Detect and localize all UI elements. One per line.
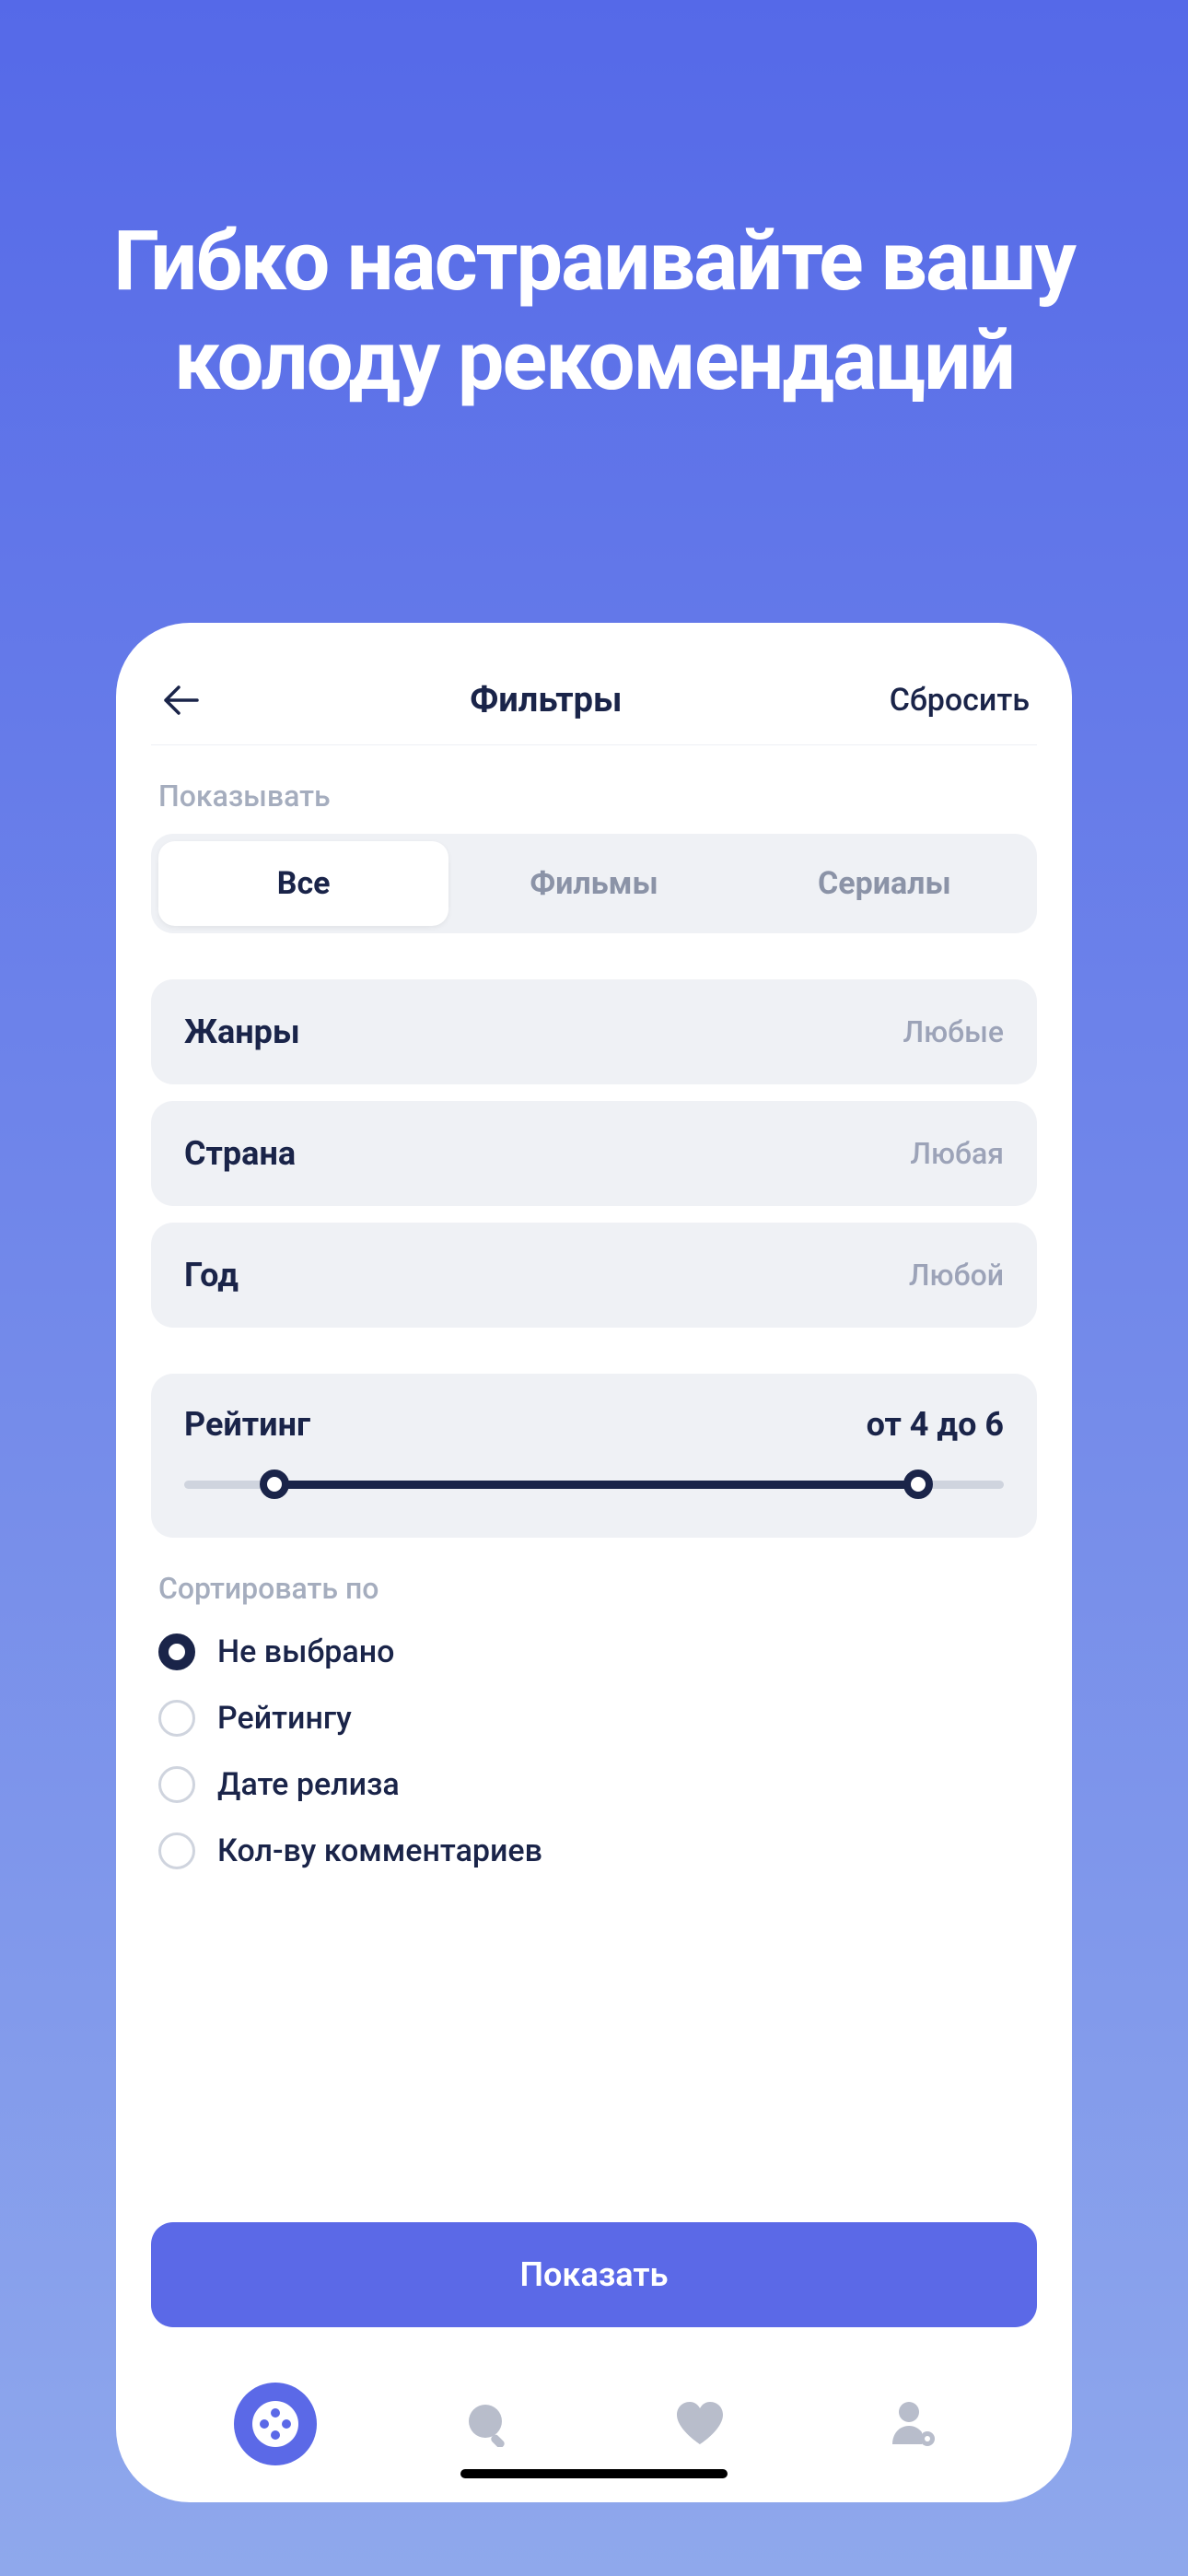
back-button[interactable]	[158, 678, 203, 722]
filter-label: Жанры	[184, 1013, 300, 1051]
device-screen: Фильтры Сбросить Показывать Все Фильмы С…	[116, 623, 1072, 2502]
filter-label: Страна	[184, 1134, 296, 1173]
radio-label: Рейтингу	[217, 1700, 352, 1737]
promo-headline: Гибко настраивайте вашу колоду рекоменда…	[113, 212, 1075, 411]
slider-track	[184, 1481, 1004, 1489]
slider-thumb-max[interactable]	[903, 1469, 933, 1499]
radio-label: Дате релиза	[217, 1766, 400, 1803]
rating-header: Рейтинг от 4 до 6	[184, 1405, 1004, 1444]
tab-favorites[interactable]	[658, 2383, 741, 2465]
film-reel-icon	[251, 2400, 299, 2448]
back-arrow-icon	[162, 684, 199, 717]
content-type-segmented: Все Фильмы Сериалы	[151, 834, 1037, 933]
heart-icon	[675, 2402, 725, 2446]
promo-line-1: Гибко настраивайте вашу	[113, 213, 1075, 310]
header-bar: Фильтры Сбросить	[151, 678, 1037, 745]
home-indicator[interactable]	[460, 2469, 728, 2478]
tab-profile[interactable]	[871, 2383, 954, 2465]
search-icon	[465, 2401, 511, 2447]
tab-search[interactable]	[447, 2383, 530, 2465]
rating-range-slider[interactable]	[184, 1469, 1004, 1499]
filter-country[interactable]: Страна Любая	[151, 1101, 1037, 1206]
segment-series[interactable]: Сериалы	[740, 841, 1030, 926]
rating-value-text: от 4 до 6	[867, 1405, 1004, 1444]
sort-section-label: Сортировать по	[158, 1571, 1037, 1606]
sort-option-release-date[interactable]: Дате релиза	[151, 1766, 1037, 1803]
tab-discover[interactable]	[234, 2383, 317, 2465]
sort-option-none[interactable]: Не выбрано	[151, 1633, 1037, 1670]
apply-filters-button[interactable]: Показать	[151, 2222, 1037, 2327]
segment-movies[interactable]: Фильмы	[448, 841, 739, 926]
radio-label: Не выбрано	[217, 1633, 394, 1670]
radio-label: Кол-ву комментариев	[217, 1832, 542, 1869]
show-section-label: Показывать	[158, 779, 1037, 814]
filter-genres[interactable]: Жанры Любые	[151, 979, 1037, 1084]
radio-icon	[158, 1832, 195, 1869]
radio-icon	[158, 1766, 195, 1803]
rating-label: Рейтинг	[184, 1405, 310, 1444]
filter-list: Жанры Любые Страна Любая Год Любой	[151, 979, 1037, 1328]
person-settings-icon	[889, 2400, 937, 2448]
sort-option-comments[interactable]: Кол-ву комментариев	[151, 1832, 1037, 1869]
promo-line-2: колоду рекомендаций	[174, 312, 1014, 409]
filter-label: Год	[184, 1256, 239, 1294]
slider-fill	[274, 1481, 918, 1489]
radio-icon	[158, 1700, 195, 1737]
spacer	[151, 1869, 1037, 2222]
filter-year[interactable]: Год Любой	[151, 1223, 1037, 1328]
segment-all[interactable]: Все	[158, 841, 448, 926]
page-title: Фильтры	[470, 680, 622, 720]
slider-thumb-min[interactable]	[260, 1469, 289, 1499]
sort-option-rating[interactable]: Рейтингу	[151, 1700, 1037, 1737]
filter-value: Любые	[903, 1014, 1004, 1049]
filter-value: Любой	[909, 1258, 1004, 1293]
sort-radio-group: Не выбрано Рейтингу Дате релиза Кол-ву к…	[151, 1633, 1037, 1869]
reset-button[interactable]: Сбросить	[890, 682, 1030, 719]
rating-filter-card: Рейтинг от 4 до 6	[151, 1374, 1037, 1538]
radio-icon	[158, 1633, 195, 1670]
bottom-tab-bar	[151, 2355, 1037, 2465]
filter-value: Любая	[910, 1136, 1004, 1171]
